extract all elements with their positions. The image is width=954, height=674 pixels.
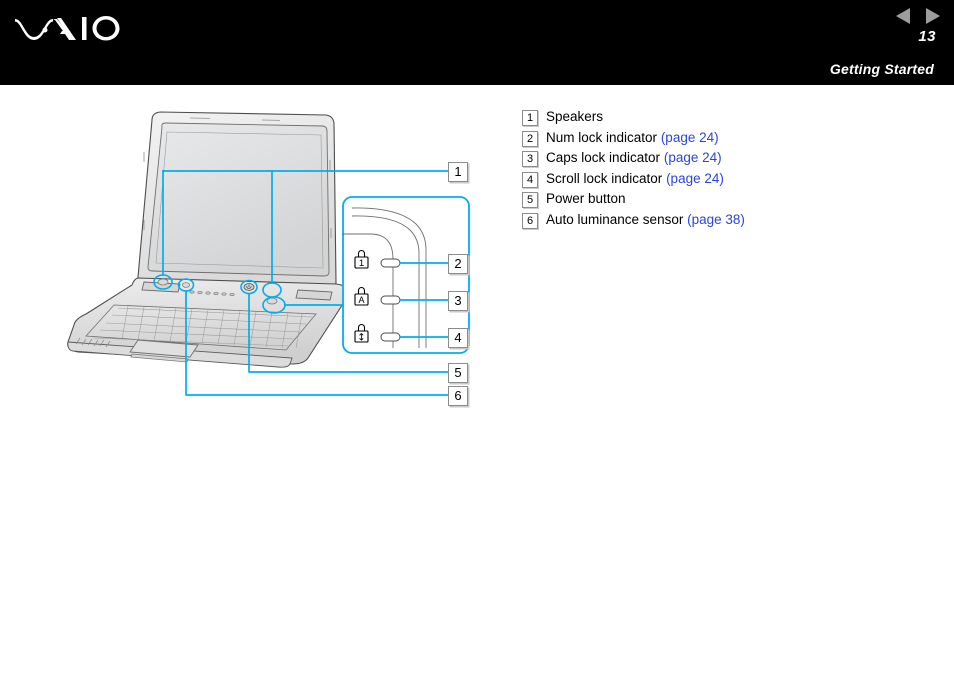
legend-number-5: 5	[522, 192, 538, 209]
navigation-arrows[interactable]	[896, 8, 940, 24]
legend-item-6: 6 Auto luminance sensor (page 38)	[522, 211, 922, 232]
callout-box-3: 3	[448, 291, 468, 311]
legend-link-4[interactable]: (page 24)	[666, 171, 724, 186]
legend-number-3: 3	[522, 151, 538, 168]
legend-number-4: 4	[522, 171, 538, 188]
legend-number-6: 6	[522, 212, 538, 229]
callout-box-1: 1	[448, 162, 468, 182]
legend-label-text-6: Auto luminance sensor	[546, 211, 684, 227]
speaker-left	[157, 278, 169, 286]
power-button	[243, 283, 255, 291]
svg-text:1: 1	[359, 258, 364, 269]
page-header: 13 Getting Started	[0, 0, 954, 85]
callout-box-5: 5	[448, 363, 468, 383]
legend-item-3: 3 Caps lock indicator (page 24)	[522, 149, 922, 170]
callout-box-6: 6	[448, 386, 468, 406]
legend-label-2: Num lock indicator (page 24)	[546, 129, 719, 147]
legend-item-5: 5 Power button	[522, 190, 922, 211]
svg-text:↕: ↕	[357, 333, 365, 344]
svg-text:A: A	[358, 295, 364, 305]
legend-item-4: 4 Scroll lock indicator (page 24)	[522, 170, 922, 191]
laptop-diagram: 1 A ↕ 1 2 3 4 5 6	[40, 100, 490, 420]
callout-box-2: 2	[448, 254, 468, 274]
legend-label-text-3: Caps lock indicator	[546, 150, 661, 166]
auto-luminance-sensor	[181, 282, 190, 288]
legend-label-text-4: Scroll lock indicator	[546, 170, 663, 186]
legend-link-3[interactable]: (page 24)	[664, 150, 722, 165]
section-title: Getting Started	[829, 61, 934, 77]
page-number: 13	[918, 28, 936, 45]
legend-label-3: Caps lock indicator (page 24)	[546, 149, 722, 167]
vaio-logo	[14, 6, 130, 48]
legend-label-text-5: Power button	[546, 191, 626, 207]
legend-label-1: Speakers	[546, 108, 603, 126]
legend-item-2: 2 Num lock indicator (page 24)	[522, 129, 922, 150]
legend-link-2[interactable]: (page 24)	[661, 130, 719, 145]
triangle-left-icon[interactable]	[896, 8, 910, 24]
triangle-right-icon[interactable]	[926, 8, 940, 24]
callout-box-4: 4	[448, 328, 468, 348]
legend-number-1: 1	[522, 110, 538, 126]
legend-link-6[interactable]: (page 38)	[687, 212, 745, 227]
legend-number-2: 2	[522, 130, 538, 147]
legend-label-6: Auto luminance sensor (page 38)	[546, 211, 745, 229]
legend-label-text-2: Num lock indicator	[546, 129, 658, 145]
legend-item-1: 1 Speakers	[522, 108, 922, 129]
laptop-screen	[147, 122, 330, 277]
legend-list: 1 Speakers 2 Num lock indicator (page 24…	[522, 108, 922, 232]
legend-label-text-1: Speakers	[546, 109, 604, 124]
legend-label-5: Power button	[546, 190, 626, 208]
legend-label-4: Scroll lock indicator (page 24)	[546, 170, 724, 188]
